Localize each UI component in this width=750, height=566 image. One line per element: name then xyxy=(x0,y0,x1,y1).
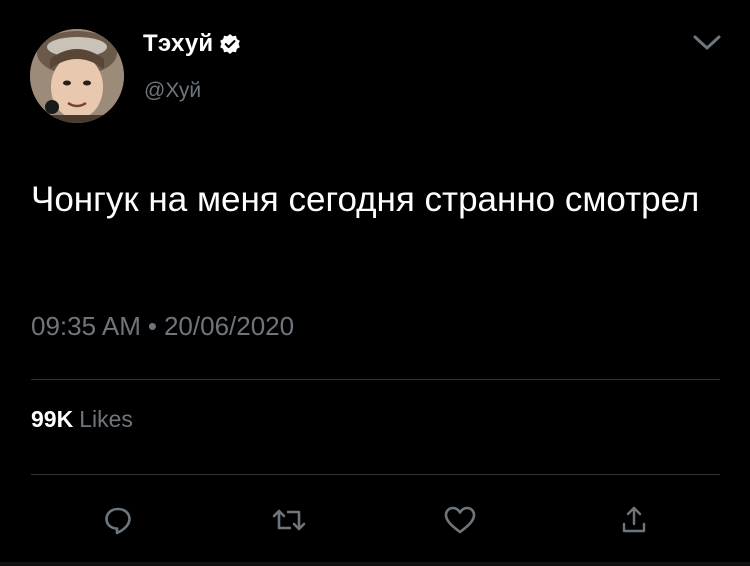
retweet-icon xyxy=(271,504,307,536)
user-handle[interactable]: @Хуй xyxy=(144,79,201,103)
divider xyxy=(31,474,720,475)
display-name-row[interactable]: Тэхуй xyxy=(143,30,241,58)
reply-icon xyxy=(102,504,134,536)
tweet-timestamp[interactable]: 09:35 AM • 20/06/2020 xyxy=(31,311,294,342)
bottom-edge xyxy=(0,562,750,566)
tweet-text: Чонгук на меня сегодня странно смотрел xyxy=(31,180,700,219)
reply-button[interactable] xyxy=(98,500,138,540)
display-name[interactable]: Тэхуй xyxy=(143,30,213,58)
verified-badge-icon xyxy=(219,33,241,55)
share-icon xyxy=(620,504,648,536)
share-button[interactable] xyxy=(614,500,654,540)
avatar[interactable] xyxy=(30,29,124,123)
chevron-down-icon[interactable] xyxy=(692,30,722,54)
likes-count: 99K xyxy=(31,406,74,432)
likes-label: Likes xyxy=(79,406,133,432)
meta-separator: • xyxy=(147,311,157,341)
tweet-date: 20/06/2020 xyxy=(163,311,295,341)
like-icon xyxy=(443,504,477,536)
retweet-button[interactable] xyxy=(269,500,309,540)
tweet-time: 09:35 AM xyxy=(31,311,141,341)
likes-stat[interactable]: 99K Likes xyxy=(31,406,133,433)
divider xyxy=(31,379,720,380)
like-button[interactable] xyxy=(440,500,480,540)
